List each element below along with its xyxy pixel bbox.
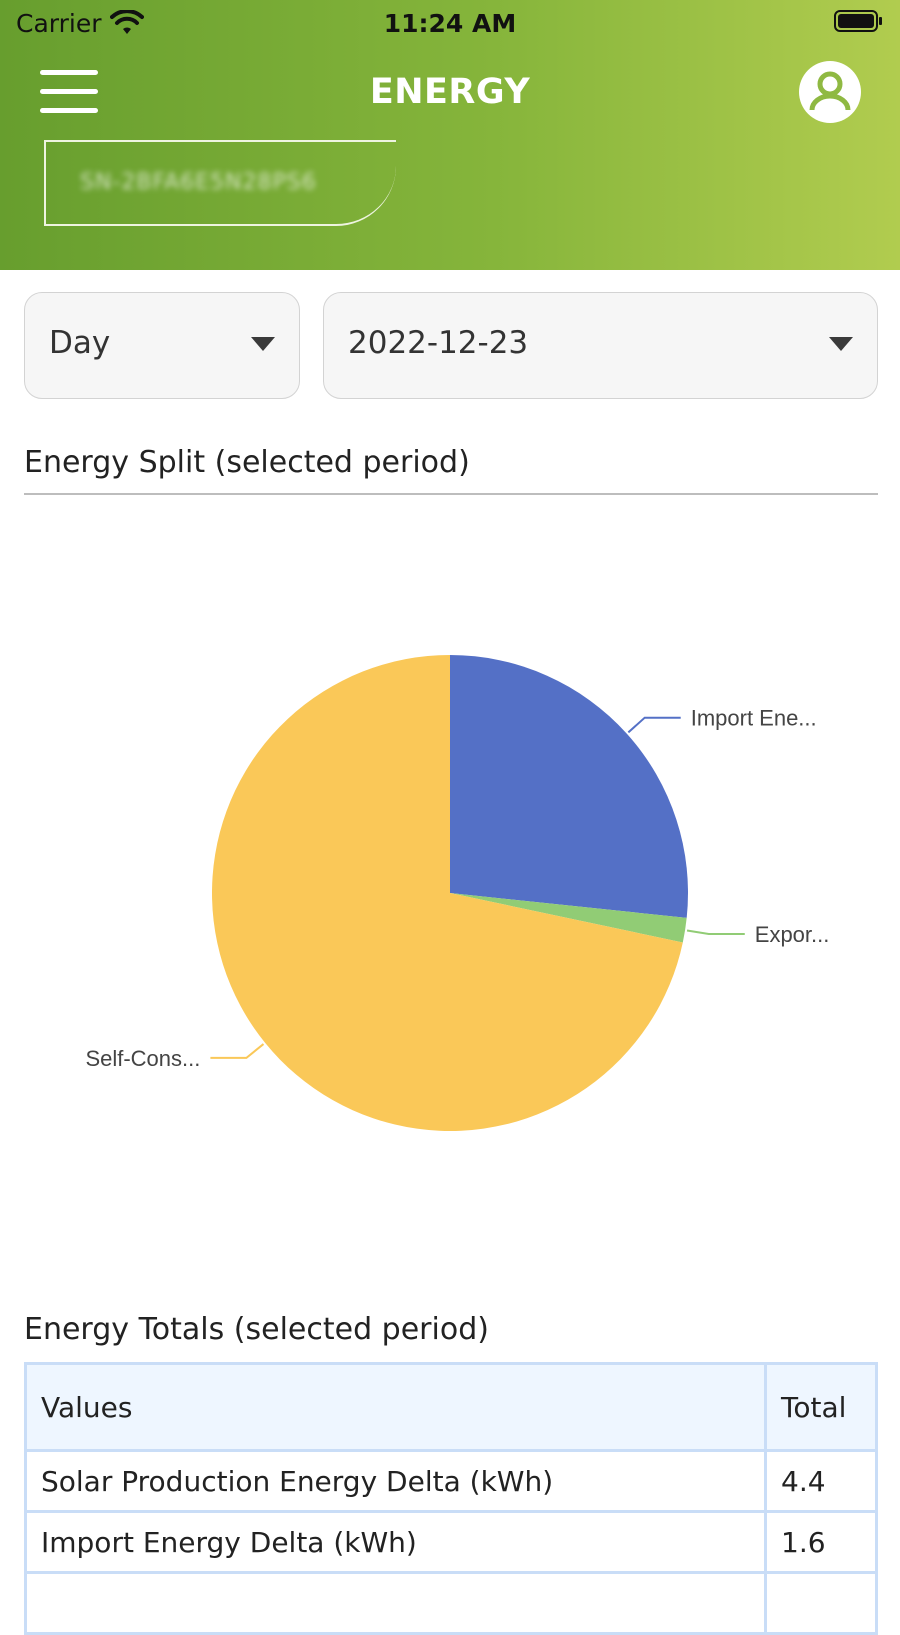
pie-slice-label: Import Ene... (691, 706, 817, 731)
period-value: Day (49, 325, 111, 361)
pie-label-line (210, 1043, 265, 1059)
site-id: SN-2BFA6E5N28PS6 (80, 170, 317, 195)
row-label (24, 1571, 767, 1635)
page-title: ENERGY (369, 72, 531, 112)
site-selector[interactable]: SN-2BFA6E5N28PS6 (44, 140, 396, 226)
chevron-down-icon (829, 337, 853, 351)
table-header-row: Values Total (24, 1362, 878, 1452)
row-total: 4.4 (764, 1449, 878, 1513)
section-divider (24, 493, 878, 495)
column-header-total: Total (764, 1362, 878, 1452)
energy-split-pie-chart: Import Ene... Expor... Self-Cons... (85, 655, 830, 1131)
energy-split-title: Energy Split (selected period) (24, 445, 470, 480)
status-bar: Carrier 11:24 AM (0, 0, 900, 46)
account-icon[interactable] (798, 60, 862, 124)
chevron-down-icon (251, 337, 275, 351)
row-label: Import Energy Delta (kWh) (24, 1510, 767, 1574)
date-value: 2022-12-23 (348, 325, 529, 361)
row-label: Solar Production Energy Delta (kWh) (24, 1449, 767, 1513)
table-row: Import Energy Delta (kWh) 1.6 (24, 1510, 878, 1574)
row-total: 1.6 (764, 1510, 878, 1574)
pie-slice-label: Expor... (755, 922, 830, 947)
energy-totals-table: Values Total Solar Production Energy Del… (24, 1362, 878, 1635)
date-dropdown[interactable]: 2022-12-23 (323, 292, 878, 399)
table-row: Solar Production Energy Delta (kWh) 4.4 (24, 1449, 878, 1513)
column-header-values: Values (24, 1362, 767, 1452)
period-dropdown[interactable]: Day (24, 292, 300, 399)
pie-slice-import[interactable] (450, 655, 689, 918)
pie-label-line (686, 929, 745, 935)
energy-totals-title: Energy Totals (selected period) (24, 1312, 489, 1347)
pie-slice-label: Self-Cons... (85, 1046, 200, 1071)
status-time: 11:24 AM (383, 9, 517, 38)
battery-icon (834, 10, 882, 32)
row-total (764, 1571, 878, 1635)
table-row (24, 1571, 878, 1635)
pie-label-line (627, 716, 681, 734)
app-header: Carrier 11:24 AM ENERGY SN-2BFA6E5N28PS6 (0, 0, 900, 270)
